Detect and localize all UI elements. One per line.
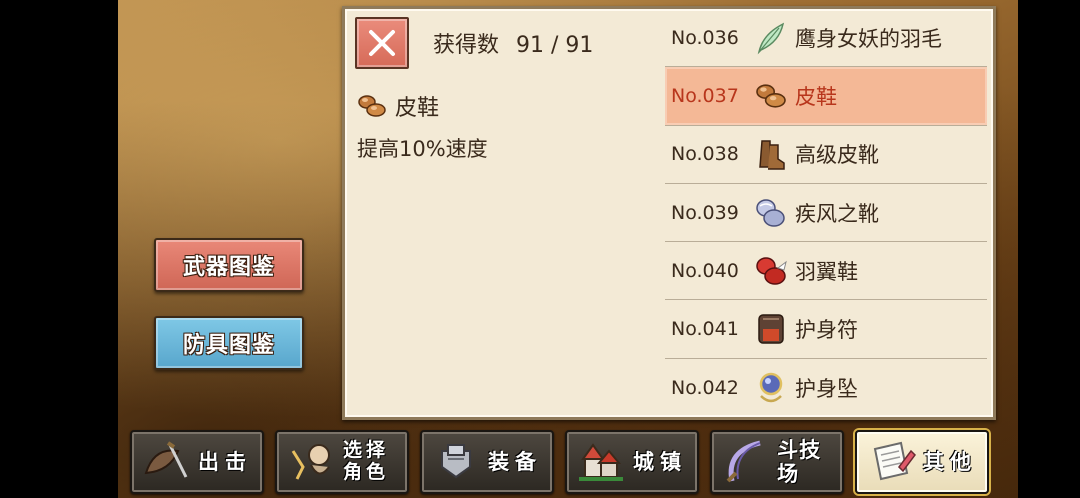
- item-list[interactable]: No.036 鹰身女妖的羽毛 No.037 皮鞋 No.038 高级皮靴 No.…: [665, 9, 987, 417]
- menu-label: 装备: [488, 449, 542, 474]
- obtained-count: 获得数 91 / 91: [433, 27, 603, 59]
- obtained-count-label: 获得数: [433, 33, 500, 58]
- item-number: No.041: [671, 318, 739, 341]
- menu-label: 其他: [923, 449, 977, 474]
- pendant-icon: [753, 370, 789, 406]
- sortie-button[interactable]: 出击: [130, 430, 264, 494]
- item-name: 皮鞋: [795, 84, 837, 109]
- harpy-feather-icon: [753, 20, 789, 56]
- arena-button[interactable]: 斗技场: [710, 430, 844, 494]
- item-number: No.042: [671, 376, 739, 399]
- list-item[interactable]: No.042 护身坠: [665, 359, 987, 417]
- character-select-button[interactable]: 选择 角色: [275, 430, 409, 494]
- leather-shoes-icon: [358, 95, 386, 117]
- close-button[interactable]: [355, 17, 409, 69]
- item-number: No.040: [671, 259, 739, 282]
- other-icon: [863, 435, 919, 489]
- item-name: 高级皮靴: [795, 143, 879, 168]
- equipment-icon: [428, 435, 484, 489]
- selected-item-description: 提高10%速度: [357, 137, 488, 161]
- item-number: No.037: [671, 84, 739, 107]
- game-screen: 武器图鉴 防具图鉴 获得数 91 / 91 皮鞋 提高10%速度 No.036 …: [0, 0, 1080, 498]
- item-number: No.039: [671, 201, 739, 224]
- item-number: No.038: [671, 143, 739, 166]
- town-icon: [573, 435, 629, 489]
- obtained-count-value: 91 / 91: [516, 33, 594, 58]
- item-name: 羽翼鞋: [795, 259, 858, 284]
- menu-label: 城镇: [633, 449, 687, 474]
- equipment-button[interactable]: 装备: [420, 430, 554, 494]
- selected-item-name: 皮鞋: [395, 96, 440, 121]
- leather-shoes-icon: [753, 78, 789, 114]
- other-button[interactable]: 其他: [855, 430, 989, 494]
- sortie-icon: [138, 435, 194, 489]
- item-name: 疾风之靴: [795, 201, 879, 226]
- list-item[interactable]: No.041 护身符: [665, 300, 987, 359]
- advanced-boots-icon: [753, 136, 789, 172]
- character-select-icon: [283, 435, 339, 489]
- close-icon: [369, 30, 395, 56]
- list-item[interactable]: No.036 鹰身女妖的羽毛: [665, 9, 987, 68]
- item-name: 护身坠: [795, 376, 858, 401]
- catalog-panel: 获得数 91 / 91 皮鞋 提高10%速度 No.036 鹰身女妖的羽毛 No…: [342, 6, 996, 420]
- list-item-selected[interactable]: No.037 皮鞋: [665, 67, 987, 126]
- winged-shoes-icon: [753, 253, 789, 289]
- weapon-catalog-button[interactable]: 武器图鉴: [154, 238, 304, 292]
- town-button[interactable]: 城镇: [565, 430, 699, 494]
- item-name: 护身符: [795, 318, 858, 343]
- selected-item-title: 皮鞋: [357, 89, 439, 123]
- menu-label: 选择 角色: [343, 439, 390, 483]
- menu-label: 斗技场: [777, 437, 822, 486]
- menu-label: 出击: [198, 449, 252, 474]
- list-item[interactable]: No.039 疾风之靴: [665, 184, 987, 243]
- bottom-menu-bar: 出击 选择 角色 装备 城镇 斗技场 其他: [118, 428, 1018, 498]
- amulet-icon: [753, 311, 789, 347]
- list-item[interactable]: No.040 羽翼鞋: [665, 242, 987, 301]
- gale-boots-icon: [753, 195, 789, 231]
- armor-catalog-button[interactable]: 防具图鉴: [154, 316, 304, 370]
- arena-icon: [718, 435, 773, 489]
- list-item[interactable]: No.038 高级皮靴: [665, 126, 987, 184]
- stage-background: 武器图鉴 防具图鉴 获得数 91 / 91 皮鞋 提高10%速度 No.036 …: [118, 0, 1018, 498]
- item-number: No.036: [671, 26, 739, 49]
- item-name: 鹰身女妖的羽毛: [795, 26, 942, 51]
